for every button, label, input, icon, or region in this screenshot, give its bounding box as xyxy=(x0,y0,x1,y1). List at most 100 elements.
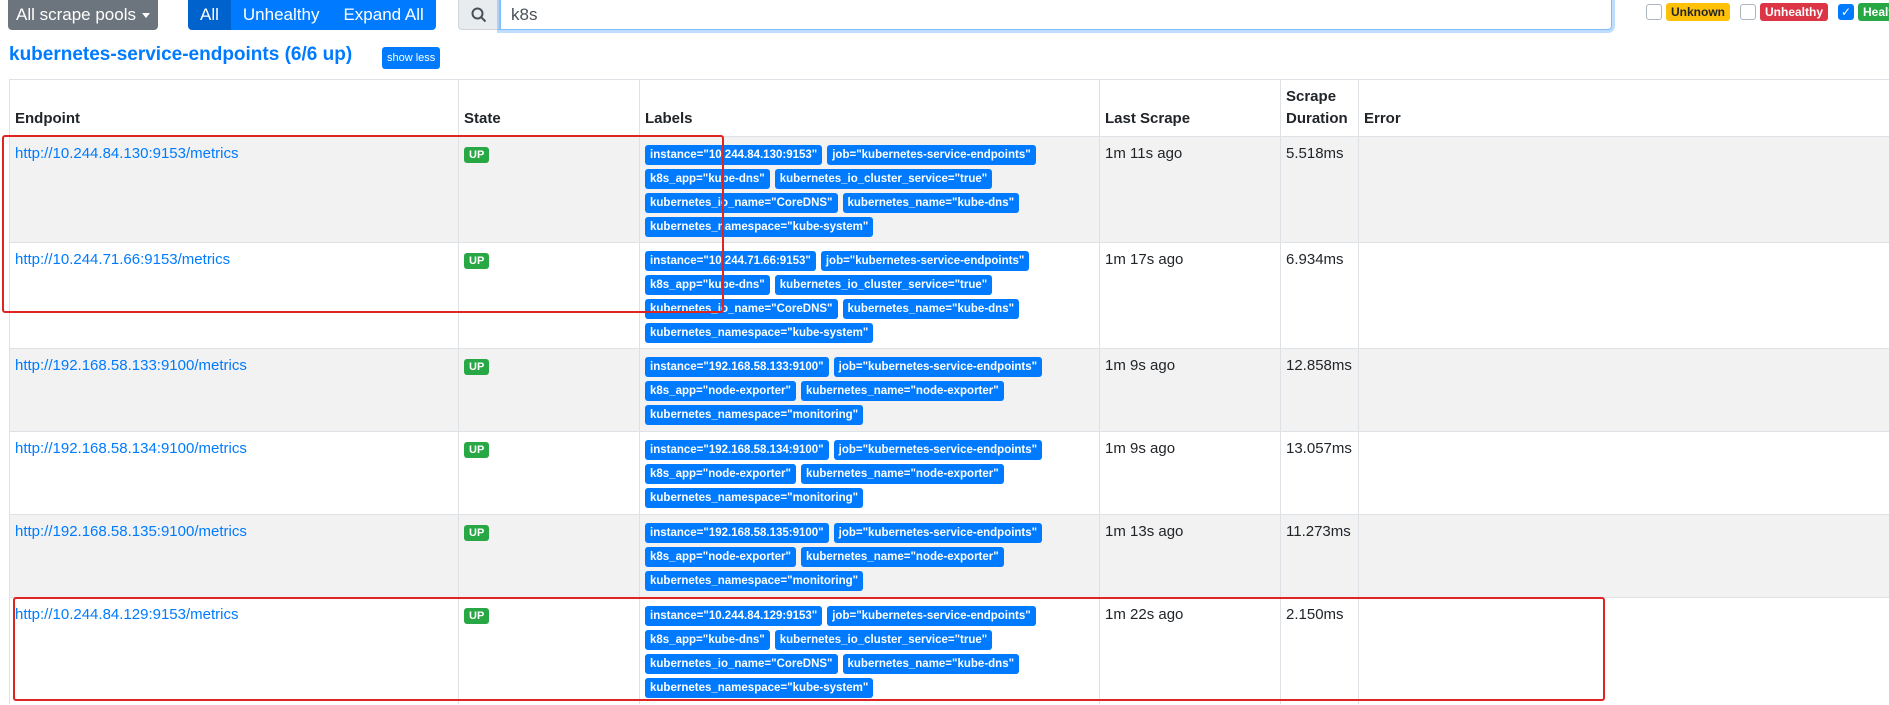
label-badge: k8s_app="kube-dns" xyxy=(645,169,770,189)
last-scrape-header: Last Scrape xyxy=(1099,79,1281,137)
search-icon xyxy=(458,0,500,30)
endpoint-cell: http://10.244.84.130:9153/metrics xyxy=(9,136,459,243)
label-badge: job="kubernetes-service-endpoints" xyxy=(820,251,1030,271)
labels-cell: instance="10.244.84.129:9153" job="kubern… xyxy=(639,597,1100,704)
label-badge: kubernetes_io_name="CoreDNS" xyxy=(645,654,838,674)
label-badge: kubernetes_name="node-exporter" xyxy=(800,547,1004,567)
status-badge: UP xyxy=(464,359,490,375)
unknown-badge: Unknown xyxy=(1666,3,1730,21)
label-badge: kubernetes_namespace="kube-system" xyxy=(645,323,874,343)
label-badge: kubernetes_namespace="monitoring" xyxy=(645,488,864,508)
label-badge: kubernetes_name="node-exporter" xyxy=(800,464,1004,484)
status-badge: UP xyxy=(464,525,490,541)
scrape-pool-dropdown[interactable]: All scrape pools xyxy=(8,0,158,30)
state-cell: UP xyxy=(458,348,640,432)
scrape-duration-header: Scrape Duration xyxy=(1280,79,1359,137)
label-badge: kubernetes_namespace="monitoring" xyxy=(645,405,864,425)
status-badge: UP xyxy=(464,442,490,458)
scrape-duration-cell: 12.858ms xyxy=(1280,348,1359,432)
endpoint-cell: http://192.168.58.134:9100/metrics xyxy=(9,431,459,515)
endpoint-link[interactable]: http://192.168.58.133:9100/metrics xyxy=(15,357,247,374)
label-badge: kubernetes_name="kube-dns" xyxy=(842,654,1020,674)
table-row: http://192.168.58.135:9100/metrics UP inst… xyxy=(9,514,1889,598)
endpoint-link[interactable]: http://10.244.71.66:9153/metrics xyxy=(15,251,230,268)
label-badge: job="kubernetes-service-endpoints" xyxy=(827,606,1036,626)
error-cell xyxy=(1358,597,1889,704)
last-scrape-cell: 1m 22s ago xyxy=(1099,597,1281,704)
unknown-checkbox[interactable] xyxy=(1646,4,1662,20)
labels-cell: instance="10.244.84.130:9153" job="kubern… xyxy=(639,136,1100,243)
last-scrape-cell: 1m 17s ago xyxy=(1099,242,1281,349)
scrape-duration-cell: 5.518ms xyxy=(1280,136,1359,243)
scrape-duration-cell: 11.273ms xyxy=(1280,514,1359,598)
table-row: http://10.244.84.130:9153/metrics UP insta… xyxy=(9,136,1889,243)
unhealthy-checkbox[interactable] xyxy=(1740,4,1756,20)
last-scrape-cell: 1m 13s ago xyxy=(1099,514,1281,598)
unhealthy-badge: Unhealthy xyxy=(1760,3,1829,21)
table-header-row: Endpoint State Labels Last Scrape Scrape… xyxy=(9,79,1889,137)
scrape-duration-cell: 6.934ms xyxy=(1280,242,1359,349)
state-cell: UP xyxy=(458,242,640,349)
label-badge: instance="192.168.58.133:9100" xyxy=(645,357,829,377)
caret-down-icon xyxy=(142,12,150,18)
label-badge: kubernetes_namespace="kube-system" xyxy=(645,678,874,698)
endpoint-link[interactable]: http://10.244.84.130:9153/metrics xyxy=(15,145,238,162)
labels-list: instance="192.168.58.135:9100" job="kuber… xyxy=(645,523,1065,595)
labels-cell: instance="10.244.71.66:9153" job="kuberne… xyxy=(639,242,1100,349)
healthy-badge: Healthy xyxy=(1858,3,1889,21)
table-row: http://192.168.58.133:9100/metrics UP inst… xyxy=(9,348,1889,432)
label-badge: job="kubernetes-service-endpoints" xyxy=(833,523,1043,543)
scrape-pool-dropdown-label: All scrape pools xyxy=(15,5,136,24)
labels-list: instance="10.244.84.129:9153" job="kubern… xyxy=(645,606,1065,702)
label-badge: kubernetes_namespace="monitoring" xyxy=(645,571,864,591)
error-cell xyxy=(1358,136,1889,243)
search-input[interactable] xyxy=(500,0,1612,30)
label-badge: job="kubernetes-service-endpoints" xyxy=(833,440,1043,460)
label-badge: kubernetes_io_name="CoreDNS" xyxy=(645,299,838,319)
labels-cell: instance="192.168.58.134:9100" job="kuber… xyxy=(639,431,1100,515)
label-badge: k8s_app="node-exporter" xyxy=(645,547,796,567)
endpoint-cell: http://192.168.58.135:9100/metrics xyxy=(9,514,459,598)
error-cell xyxy=(1358,514,1889,598)
search-bar xyxy=(458,0,1612,30)
endpoint-link[interactable]: http://192.168.58.134:9100/metrics xyxy=(15,440,247,457)
toolbar: All scrape pools All Unhealthy Expand Al… xyxy=(0,0,1889,32)
label-badge: kubernetes_io_cluster_service="true" xyxy=(774,169,993,189)
label-badge: k8s_app="node-exporter" xyxy=(645,464,796,484)
filter-all-button[interactable]: All xyxy=(188,0,231,30)
error-cell xyxy=(1358,348,1889,432)
filter-button-group: All Unhealthy Expand All xyxy=(188,0,436,30)
label-badge: k8s_app="kube-dns" xyxy=(645,275,770,295)
label-badge: instance="192.168.58.134:9100" xyxy=(645,440,829,460)
labels-list: instance="192.168.58.134:9100" job="kuber… xyxy=(645,440,1065,512)
show-less-button[interactable]: show less xyxy=(382,47,441,69)
error-header: Error xyxy=(1358,79,1889,137)
last-scrape-cell: 1m 9s ago xyxy=(1099,431,1281,515)
label-badge: kubernetes_name="kube-dns" xyxy=(842,193,1020,213)
label-badge: kubernetes_io_cluster_service="true" xyxy=(774,630,993,650)
filter-unhealthy-button[interactable]: Unhealthy xyxy=(230,0,332,30)
table-row: http://192.168.58.134:9100/metrics UP inst… xyxy=(9,431,1889,515)
state-cell: UP xyxy=(458,514,640,598)
endpoint-cell: http://10.244.84.129:9153/metrics xyxy=(9,597,459,704)
labels-list: instance="192.168.58.133:9100" job="kuber… xyxy=(645,357,1065,429)
pool-title[interactable]: kubernetes-service-endpoints (6/6 up) xyxy=(9,44,352,66)
endpoint-link[interactable]: http://10.244.84.129:9153/metrics xyxy=(15,606,238,623)
health-filters: Unknown Unhealthy ✓ Healthy xyxy=(1646,3,1889,21)
status-badge: UP xyxy=(464,608,490,624)
label-badge: instance="10.244.71.66:9153" xyxy=(645,251,816,271)
status-badge: UP xyxy=(464,147,490,163)
endpoint-cell: http://192.168.58.133:9100/metrics xyxy=(9,348,459,432)
label-badge: k8s_app="kube-dns" xyxy=(645,630,770,650)
label-badge: kubernetes_name="node-exporter" xyxy=(800,381,1004,401)
scrape-duration-cell: 13.057ms xyxy=(1280,431,1359,515)
expand-all-button[interactable]: Expand All xyxy=(331,0,436,30)
label-badge: kubernetes_namespace="kube-system" xyxy=(645,217,874,237)
labels-list: instance="10.244.71.66:9153" job="kuberne… xyxy=(645,251,1065,347)
endpoint-header: Endpoint xyxy=(9,79,459,137)
last-scrape-cell: 1m 11s ago xyxy=(1099,136,1281,243)
healthy-checkbox[interactable]: ✓ xyxy=(1838,4,1855,20)
labels-header: Labels xyxy=(639,79,1100,137)
state-cell: UP xyxy=(458,597,640,704)
endpoint-link[interactable]: http://192.168.58.135:9100/metrics xyxy=(15,523,247,540)
